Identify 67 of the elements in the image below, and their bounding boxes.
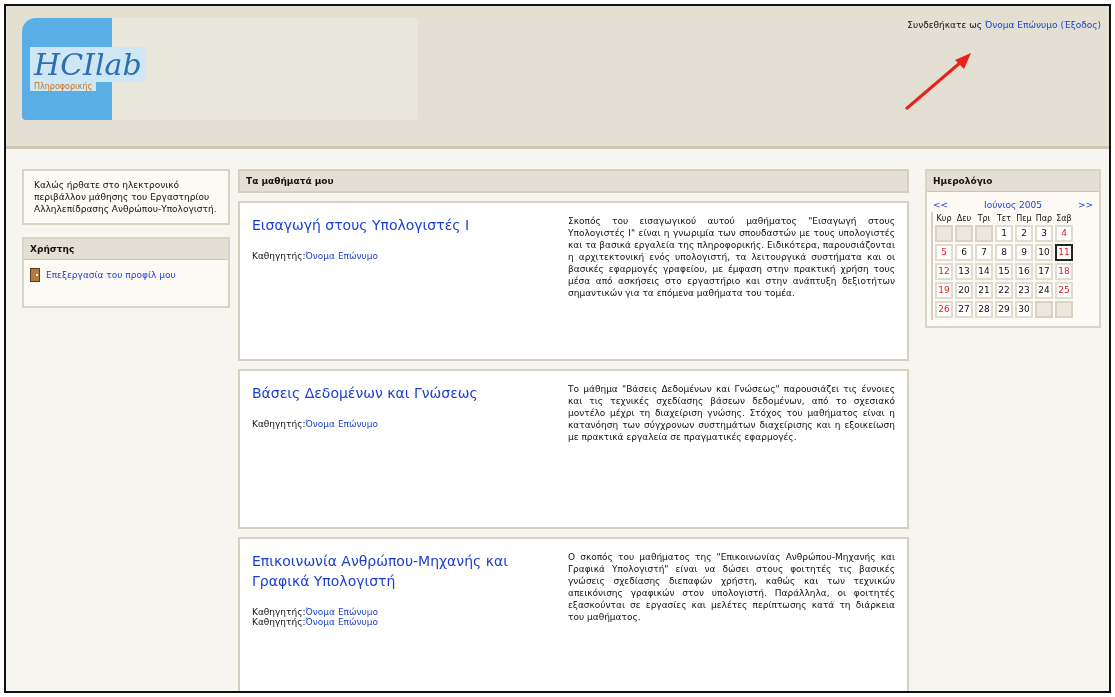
user-link[interactable]: Όνομα Επώνυμο xyxy=(984,20,1058,30)
weekday-label: Σαβ xyxy=(1055,214,1073,223)
calendar-day[interactable]: 5 xyxy=(935,244,953,261)
month-link[interactable]: Ιούνιος 2005 xyxy=(984,200,1042,210)
calendar-day[interactable]: 6 xyxy=(955,244,973,261)
calendar-day[interactable]: 24 xyxy=(1035,282,1053,299)
calendar-day[interactable]: 25 xyxy=(1055,282,1073,299)
calendar-day[interactable]: 29 xyxy=(995,301,1013,318)
course-summary: Το μάθημα "Βάσεις Δεδομένων και Γνώσεως" παρουσιάζει τις έννοιες και τις τεχνικές σχεδίασης βάσεων δεδομένων, από το σχεσιακό μοντέλο μέχρι τη διαχείριση γνώσης. Στόχος του μαθήματος είναι η κατανόηση των σύγχρονων συστημάτων διαχείρισης και η εξοικείωση με πρακτικά εργαλεία σε πραγματικές εφαρμογές. xyxy=(568,383,895,444)
login-text: Συνδεθήκατε ως xyxy=(907,20,982,30)
calendar-day[interactable]: 8 xyxy=(995,244,1013,261)
profile-link[interactable]: Επεξεργασία του προφίλ μου xyxy=(46,270,176,280)
next-month-link[interactable]: >> xyxy=(1077,200,1093,210)
block-title: Χρήστης xyxy=(24,239,228,260)
teacher-role: Καθηγητής: xyxy=(252,607,306,617)
arrow-icon xyxy=(903,50,973,112)
course-title-link[interactable]: Εισαγωγή στους Υπολογιστές Ι xyxy=(252,215,552,235)
teacher-role: Καθηγητής: xyxy=(252,251,306,261)
course-title-link[interactable]: Επικοινωνία Ανθρώπου-Μηχανής και Γραφικά Υπολογιστή xyxy=(252,551,552,591)
calendar-day[interactable]: 17 xyxy=(1035,263,1053,280)
weekday-label: Δευ xyxy=(955,214,973,223)
calendar-day[interactable]: 30 xyxy=(1015,301,1033,318)
courses-title: Τα μαθήματά μου xyxy=(238,169,909,193)
weekday-label: Τετ xyxy=(996,214,1012,223)
calendar-day[interactable]: 9 xyxy=(1015,244,1033,261)
logo-subtitle: Πληροφορικής xyxy=(30,82,97,91)
calendar-day[interactable]: 10 xyxy=(1035,244,1053,261)
logo-text: HCIlab xyxy=(30,47,146,82)
teacher-role: Καθηγητής: xyxy=(252,617,306,627)
calendar-day[interactable]: 12 xyxy=(935,263,953,280)
calendar-day[interactable]: 4 xyxy=(1055,225,1073,242)
course-title-link[interactable]: Βάσεις Δεδομένων και Γνώσεως xyxy=(252,383,552,403)
calendar-day[interactable]: 3 xyxy=(1035,225,1053,242)
calendar-day[interactable]: 11 xyxy=(1055,244,1073,261)
calendar-day[interactable]: 15 xyxy=(995,263,1013,280)
teacher-link[interactable]: Όνομα Επώνυμο xyxy=(305,607,378,617)
weekday-label: Παρ xyxy=(1035,214,1053,223)
calendar-day[interactable]: 14 xyxy=(975,263,993,280)
previous-month-link[interactable]: << xyxy=(933,200,949,210)
teacher-link[interactable]: Όνομα Επώνυμο xyxy=(305,251,378,261)
course-summary: Σκοπός του εισαγωγικού αυτού μαθήματος "Εισαγωγή στους Υπολογιστές Ι" είναι η γνωριμία των σπουδαστών με τους υπολογιστές και τα βασικά εργαλεία της πληροφορικής. Ειδικότερα, παρουσιάζονται η αρχιτεκτονική ενός υπολογιστή, τα λειτουργικά συστήματα και οι βασικές εφαρμογές γραφείου, με έμφαση στην πρακτική χρήση τους μέσα από ασκήσεις στο εργαστήριο και στην ανάπτυξη δεξιοτήτων σημαντικών για τα επόμενα μαθήματα του τομέα. xyxy=(568,215,895,300)
weekday-label: Τρι xyxy=(976,214,992,223)
calendar-day[interactable]: 7 xyxy=(975,244,993,261)
calendar-day[interactable]: 23 xyxy=(1015,282,1033,299)
weekday-label: Πεμ xyxy=(1015,214,1033,223)
calendar-day[interactable]: 27 xyxy=(955,301,973,318)
logout-link[interactable]: (Έξοδος) xyxy=(1060,20,1101,30)
calendar-day[interactable]: 18 xyxy=(1055,263,1073,280)
calendar-day[interactable]: 22 xyxy=(995,282,1013,299)
logo[interactable]: HCIlab Πληροφορικής xyxy=(22,18,418,120)
calendar-day[interactable]: 16 xyxy=(1015,263,1033,280)
calendar-day[interactable]: 19 xyxy=(935,282,953,299)
teacher-role: Καθηγητής: xyxy=(252,419,306,429)
calendar-day[interactable]: 13 xyxy=(955,263,973,280)
weekday-label: Κυρ xyxy=(935,214,953,223)
course-summary: Ο σκοπός του μαθήματος της "Επικοινωνίας Ανθρώπου-Μηχανής και Γραφικά Υπολογιστή" είναι να δώσει στους φοιτητές τις βασικές γνώσεις σχεδίασης διεπαφών χρήστη, καθώς και των τεχνικών απεικόνισης γραφικών στον υπολογιστή. Παράλληλα, οι φοιτητές εξασκούνται σε εργασίες και μελέτες περίπτωσης κατά τη διάρκεια του μαθήματος. xyxy=(568,551,895,624)
calendar-day[interactable]: 2 xyxy=(1015,225,1033,242)
intro-text: Καλώς ήρθατε στο ηλεκτρονικό περιβάλλον μάθησης του Εργαστηρίου Αλληλεπίδρασης Ανθρώπου-Υπολογιστή. xyxy=(34,179,218,215)
calendar-day[interactable]: 26 xyxy=(935,301,953,318)
block-title: Ημερολόγιο xyxy=(927,171,1099,192)
teacher-link[interactable]: Όνομα Επώνυμο xyxy=(305,617,378,627)
calendar-day[interactable]: 28 xyxy=(975,301,993,318)
calendar-day[interactable]: 21 xyxy=(975,282,993,299)
calendar-day[interactable]: 20 xyxy=(955,282,973,299)
teacher-link[interactable]: Όνομα Επώνυμο xyxy=(305,419,378,429)
calendar-day[interactable]: 1 xyxy=(995,225,1013,242)
profile-icon xyxy=(30,268,40,282)
